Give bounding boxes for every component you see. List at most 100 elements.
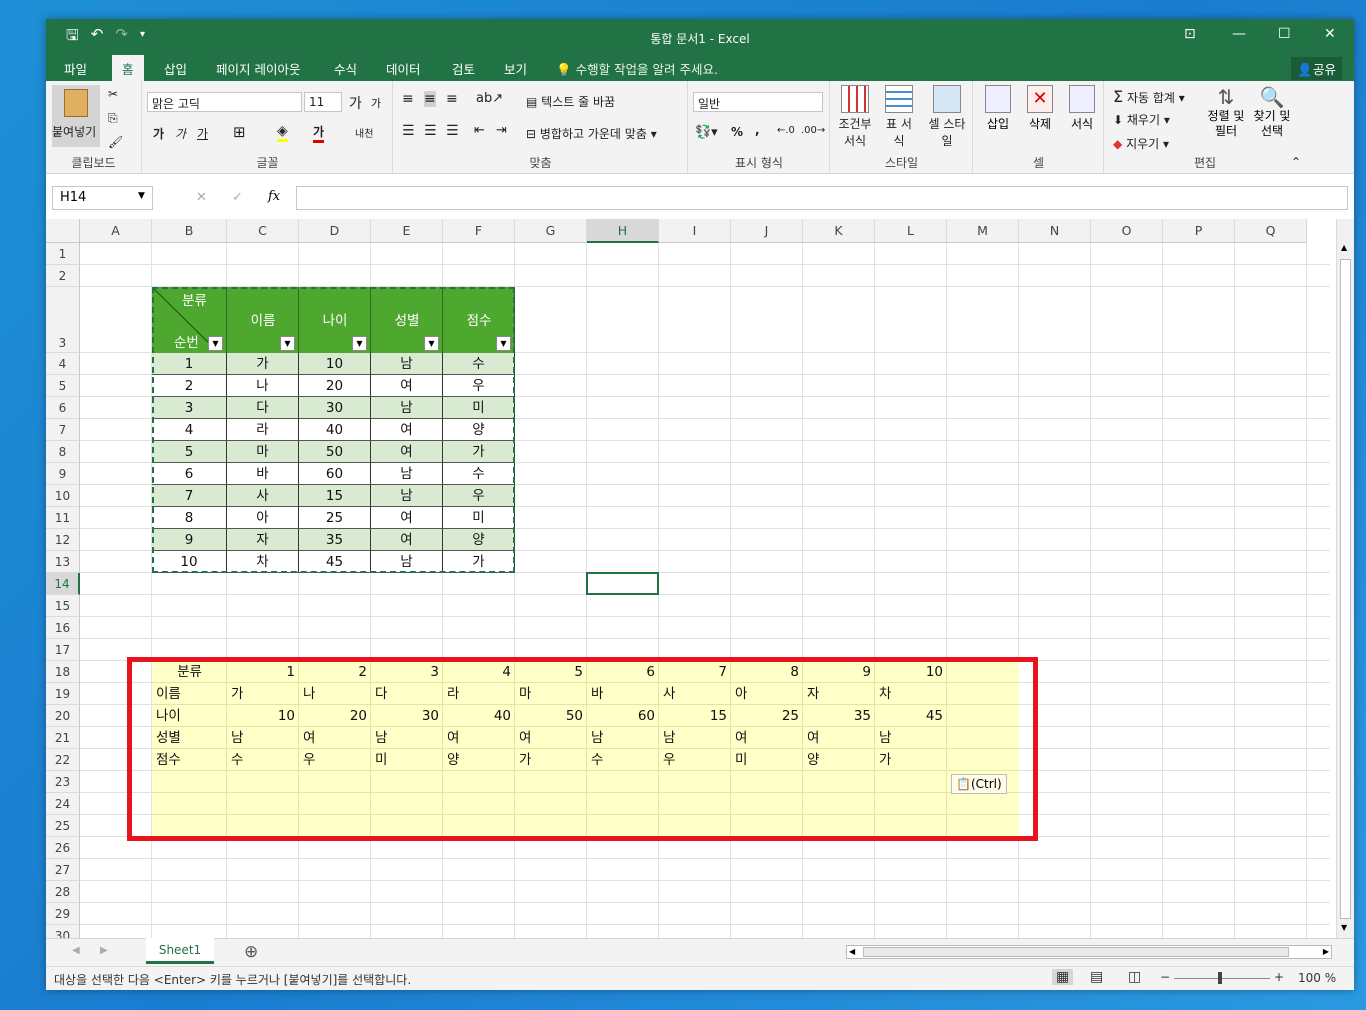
decrease-decimal-icon[interactable]: .00→ [801,125,825,136]
row-header-14[interactable]: 14 [46,573,80,595]
column-header-n[interactable]: N [1019,219,1091,243]
tab-data[interactable]: 데이터 [386,59,421,78]
zoom-out-icon[interactable]: − [1160,970,1170,984]
row-header-26[interactable]: 26 [46,837,80,859]
row-header-27[interactable]: 27 [46,859,80,881]
paste-button[interactable]: 붙여넣기 [52,85,100,147]
prev-sheet-icon[interactable]: ◀ [72,945,80,956]
row-header-5[interactable]: 5 [46,375,80,397]
align-bottom-icon[interactable]: ≡ [446,91,458,107]
format-as-table-button[interactable]: 표 서식 [881,85,917,149]
page-layout-view-icon[interactable]: ▤ [1090,969,1103,985]
horizontal-scrollbar[interactable]: ◀ ▶ [846,945,1332,959]
row-header-18[interactable]: 18 [46,661,80,683]
worksheet-grid[interactable]: ABCDEFGHIJKLMNOPQ 1 2 3 4 5 6 7 8 9 10 11 12 13 14 15 1… [46,219,1336,938]
column-header-l[interactable]: L [875,219,947,243]
column-header-m[interactable]: M [947,219,1019,243]
tab-file[interactable]: 파일 [64,59,87,78]
borders-icon[interactable]: ⊞ [233,123,246,141]
row-header-16[interactable]: 16 [46,617,80,639]
increase-decimal-icon[interactable]: ←.0 [777,125,795,136]
new-sheet-icon[interactable]: ⊕ [244,942,258,962]
vertical-scrollbar[interactable]: ▲ ▼ [1336,219,1354,938]
row-header-6[interactable]: 6 [46,397,80,419]
vertical-scroll-thumb[interactable] [1340,259,1351,919]
zoom-level[interactable]: 100 % [1298,971,1336,985]
column-header-d[interactable]: D [299,219,371,243]
shrink-font-button[interactable]: 가 [371,95,381,111]
align-center-icon[interactable]: ☰ [424,123,437,139]
scroll-right-icon[interactable]: ▶ [1323,947,1329,956]
row-header-13[interactable]: 13 [46,551,80,573]
row-header-9[interactable]: 9 [46,463,80,485]
sheet-tab-sheet1[interactable]: Sheet1 [146,938,214,964]
underline-button[interactable]: 가 [197,125,208,142]
grow-font-button[interactable]: 가 [349,93,362,113]
row-header-19[interactable]: 19 [46,683,80,705]
align-top-icon[interactable]: ≡ [402,91,414,107]
cut-icon[interactable]: ✂ [108,87,118,101]
percent-button[interactable]: % [731,125,743,139]
row-header-12[interactable]: 12 [46,529,80,551]
name-box-dropdown-icon[interactable]: ▼ [138,191,145,201]
normal-view-icon[interactable]: ▦ [1052,969,1074,985]
bold-button[interactable]: 가 [153,125,164,142]
cancel-icon[interactable]: ✕ [196,190,207,205]
tab-home[interactable]: 홈 [112,55,144,81]
next-sheet-icon[interactable]: ▶ [100,945,108,956]
find-select-button[interactable]: 🔍 찾기 및 선택 [1251,85,1293,139]
phonetic-button[interactable]: 내천 [355,125,373,140]
italic-button[interactable]: 가 [175,125,186,142]
column-header-o[interactable]: O [1091,219,1163,243]
row-header-23[interactable]: 23 [46,771,80,793]
page-break-view-icon[interactable]: ◫ [1128,969,1141,985]
close-icon[interactable]: ✕ [1324,26,1336,42]
row-header-11[interactable]: 11 [46,507,80,529]
formula-input[interactable] [296,186,1348,210]
column-header-k[interactable]: K [803,219,875,243]
scroll-down-icon[interactable]: ▼ [1341,923,1347,932]
maximize-icon[interactable]: ☐ [1278,26,1291,42]
horizontal-scroll-thumb[interactable] [863,947,1289,957]
row-header-25[interactable]: 25 [46,815,80,837]
row-header-22[interactable]: 22 [46,749,80,771]
row-header-3[interactable]: 3 [46,287,80,353]
orientation-icon[interactable]: ab↗ [476,91,503,106]
zoom-slider-thumb[interactable] [1218,972,1222,984]
font-color-button[interactable]: 가 [313,123,325,143]
merge-center-button[interactable]: ⊟ 병합하고 가운데 맞춤 ▾ [526,125,657,142]
font-size-select[interactable]: 11 [304,92,342,112]
row-header-15[interactable]: 15 [46,595,80,617]
row-header-30[interactable]: 30 [46,925,80,938]
zoom-slider[interactable] [1174,978,1270,979]
column-header-j[interactable]: J [731,219,803,243]
wrap-text-button[interactable]: ▤ 텍스트 줄 바꿈 [526,93,615,110]
copy-icon[interactable]: ⎘ [108,111,118,126]
row-header-7[interactable]: 7 [46,419,80,441]
row-header-20[interactable]: 20 [46,705,80,727]
row-header-28[interactable]: 28 [46,881,80,903]
conditional-formatting-button[interactable]: 조건부 서식 [837,85,873,149]
column-header-b[interactable]: B [152,219,227,243]
tab-review[interactable]: 검토 [452,59,475,78]
font-name-select[interactable]: 맑은 고딕 [147,92,302,112]
autosum-button[interactable]: Σ 자동 합계 ▾ [1113,87,1185,106]
insert-cells-button[interactable]: 삽입 [980,85,1016,132]
format-cells-button[interactable]: 서식 [1064,85,1100,132]
tab-page-layout[interactable]: 페이지 레이아웃 [216,59,300,78]
clear-button[interactable]: ◆ 지우기 ▾ [1113,135,1169,152]
cell-styles-button[interactable]: 셀 스타일 [927,85,967,149]
increase-indent-icon[interactable]: ⇥ [496,123,507,138]
row-header-24[interactable]: 24 [46,793,80,815]
row-header-21[interactable]: 21 [46,727,80,749]
tab-formulas[interactable]: 수식 [334,59,357,78]
row-header-10[interactable]: 10 [46,485,80,507]
row-header-29[interactable]: 29 [46,903,80,925]
column-header-e[interactable]: E [371,219,443,243]
comma-button[interactable]: , [755,123,760,137]
column-header-q[interactable]: Q [1235,219,1307,243]
tell-me-box[interactable]: 💡 수행할 작업을 알려 주세요. [556,59,718,78]
ribbon-display-icon[interactable]: ⊡ [1184,26,1196,42]
minimize-icon[interactable]: — [1232,26,1246,42]
row-header-17[interactable]: 17 [46,639,80,661]
